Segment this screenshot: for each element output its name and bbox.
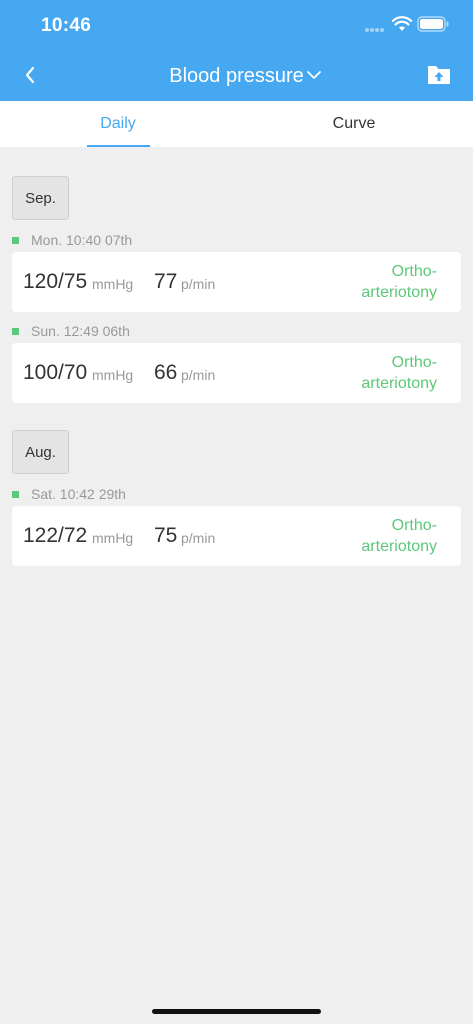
title-dropdown-button[interactable] [303, 66, 325, 84]
bp-unit: mmHg [92, 530, 134, 546]
bp-unit: mmHg [92, 276, 134, 292]
bp-status: Ortho- arteriotony [361, 517, 437, 555]
month-badge: Sep. [12, 176, 69, 220]
bp-unit: mmHg [92, 367, 134, 383]
status-marker-icon [12, 490, 19, 498]
tab-curve[interactable]: Curve [236, 101, 472, 147]
chevron-left-icon [25, 66, 35, 84]
entry-date: Mon. 10:40 07th [31, 232, 133, 248]
page-title[interactable]: Blood pressure [169, 65, 304, 88]
tab-daily[interactable]: Daily [0, 101, 236, 147]
bp-status: Ortho- arteriotony [361, 354, 437, 392]
status-marker-icon [12, 327, 19, 335]
pulse-unit: p/min [181, 276, 216, 292]
pulse-value: 66 [154, 361, 178, 384]
entry-date-row: Sat. 10:42 29th [12, 486, 126, 502]
bp-status: Ortho- arteriotony [361, 263, 437, 301]
reading-card[interactable]: 120/75 mmHg 77 p/min Ortho- arteriotony [12, 252, 461, 312]
pulse-unit: p/min [181, 367, 216, 383]
home-indicator[interactable] [152, 1009, 321, 1014]
pulse-value: 75 [154, 524, 178, 547]
bp-value: 100/70 [23, 361, 88, 384]
reading-card[interactable]: 100/70 mmHg 66 p/min Ortho- arteriotony [12, 343, 461, 403]
pulse-value: 77 [154, 270, 178, 293]
back-button[interactable] [18, 62, 42, 88]
pulse-unit: p/min [181, 530, 216, 546]
entry-date-row: Mon. 10:40 07th [12, 232, 132, 248]
chevron-down-icon [307, 71, 321, 79]
battery-icon [417, 16, 449, 32]
entry-date: Sat. 10:42 29th [31, 486, 126, 502]
wifi-icon [392, 16, 412, 31]
bp-value: 122/72 [23, 524, 88, 547]
bp-value: 120/75 [23, 270, 88, 293]
month-badge: Aug. [12, 430, 69, 474]
folder-upload-icon[interactable] [426, 63, 452, 87]
entry-date: Sun. 12:49 06th [31, 323, 130, 339]
active-tab-indicator [87, 145, 150, 147]
app-header: 10:46 Blood pressure [0, 0, 473, 101]
status-time: 10:46 [41, 15, 92, 36]
reading-card[interactable]: 122/72 mmHg 75 p/min Ortho- arteriotony [12, 506, 461, 566]
entry-date-row: Sun. 12:49 06th [12, 323, 130, 339]
cellular-signal-icon [365, 28, 385, 32]
tab-bar: Daily Curve [0, 101, 473, 147]
status-marker-icon [12, 236, 19, 244]
